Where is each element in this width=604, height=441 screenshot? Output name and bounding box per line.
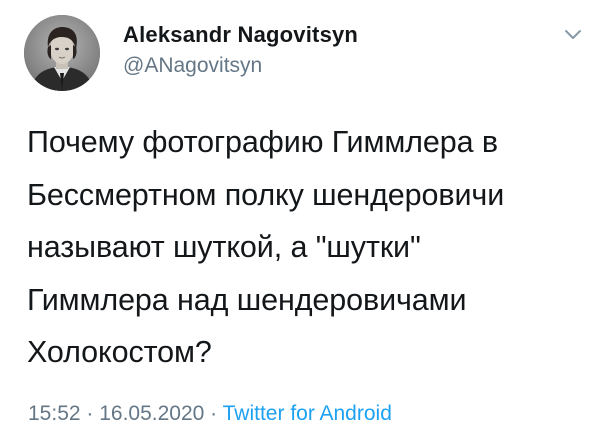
- avatar[interactable]: [24, 15, 100, 91]
- author-handle[interactable]: @ANagovitsyn: [123, 54, 262, 78]
- meta-separator-2: ·: [204, 402, 223, 425]
- tweet-text: Почему фотографию Гиммлера в Бессмертном…: [27, 125, 505, 369]
- tweet-meta: 15:52 · 16.05.2020 · Twitter for Android: [28, 402, 392, 426]
- tweet-card: Aleksandr Nagovitsyn @ANagovitsyn Почему…: [0, 0, 604, 441]
- avatar-photo-icon: [24, 15, 100, 91]
- tweet-source-link[interactable]: Twitter for Android: [223, 402, 392, 425]
- author-display-name[interactable]: Aleksandr Nagovitsyn: [123, 22, 358, 48]
- chevron-down-icon[interactable]: [562, 26, 584, 42]
- meta-separator: ·: [80, 402, 100, 425]
- tweet-date[interactable]: 16.05.2020: [99, 402, 204, 425]
- tweet-time[interactable]: 15:52: [28, 402, 81, 425]
